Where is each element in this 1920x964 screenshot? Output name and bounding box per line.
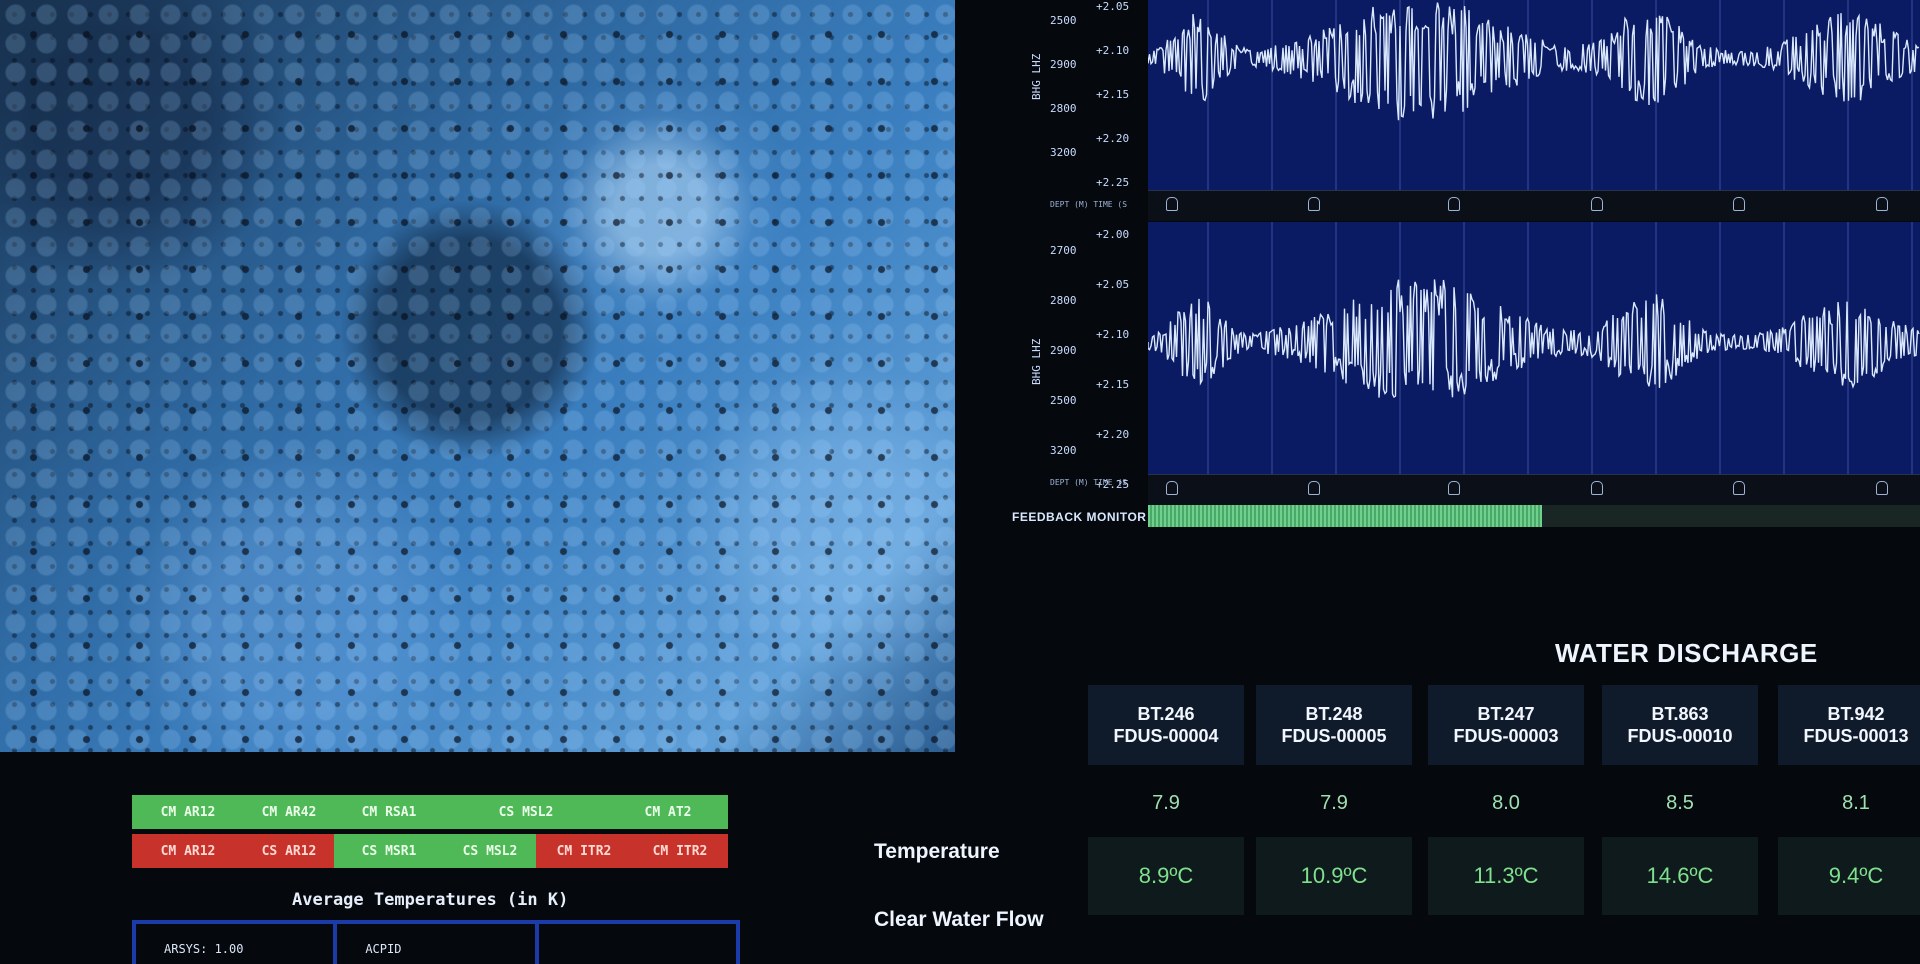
time-marker [1308,197,1320,211]
station-column: BT.248 FDUS-00005 7.9 10.9ºC [1256,685,1412,915]
status-chip: CS AR12 [244,834,334,868]
seismograph-top [1148,0,1920,190]
station-value: 7.9 [1320,791,1348,814]
status-chip: CS MSL2 [444,834,536,868]
time-tick: +2.25 [1096,176,1130,189]
station-header: BT.942 FDUS-00013 [1778,685,1920,765]
station-code: FDUS-00003 [1453,726,1559,746]
station-temperature: 9.4ºC [1778,837,1920,915]
station-code: FDUS-00004 [1113,726,1219,746]
depth-tick: 3200 [1050,146,1077,159]
station-id: BT.246 [1137,704,1195,724]
depth-tick: 2800 [1050,102,1077,115]
station-temperature: 10.9ºC [1256,837,1412,915]
time-tick: +2.15 [1096,378,1130,391]
time-marker [1166,481,1178,495]
station-id: BT.942 [1827,704,1885,724]
temp-cell: ARSYS: 1.00 [136,924,338,964]
station-value: 7.9 [1152,791,1180,814]
row-label-clear-water-flow: Clear Water Flow [874,908,1044,931]
temp-cell: ACPID [337,924,539,964]
status-chip: CS MSR1 [334,834,444,868]
time-marker [1448,197,1460,211]
time-tick: +2.10 [1096,328,1130,341]
time-marker [1733,197,1745,211]
station-value: 8.5 [1666,791,1694,814]
marker-bar-top [1148,190,1920,221]
depth-tick: 2500 [1050,394,1077,407]
time-marker [1733,481,1745,495]
station-code: FDUS-00005 [1281,726,1387,746]
depth-tick: 2900 [1050,58,1077,71]
status-chip: CM AR12 [132,834,244,868]
status-chip: CM RSA1 [334,795,444,829]
time-tick: +2.05 [1096,0,1130,13]
status-row-1: CM AR12 CM AR42 CM RSA1 CS MSL2 CM AT2 [132,795,728,829]
station-id: BT.863 [1651,704,1709,724]
waveform-trace [1148,279,1920,399]
station-column: BT.942 FDUS-00013 8.1 9.4ºC [1778,685,1920,915]
station-temperature: 11.3ºC [1428,837,1584,915]
time-marker [1448,481,1460,495]
station-value: 8.0 [1492,791,1520,814]
station-code: FDUS-00010 [1627,726,1733,746]
depth-tick: 2700 [1050,244,1077,257]
station-value: 8.1 [1842,791,1870,814]
station-header: BT.246 FDUS-00004 [1088,685,1244,765]
station-column: BT.863 FDUS-00010 8.5 14.6ºC [1602,685,1758,915]
channel-label-top: BHG LHZ [1030,53,1043,100]
status-chip: CM AR42 [244,795,334,829]
time-tick: +2.05 [1096,278,1130,291]
channel-label-bottom: BHG LHZ [1030,338,1043,385]
station-header: BT.863 FDUS-00010 [1602,685,1758,765]
time-marker [1308,481,1320,495]
station-temperature: 14.6ºC [1602,837,1758,915]
time-tick: +2.20 [1096,132,1130,145]
time-marker [1876,197,1888,211]
time-tick: +2.00 [1096,228,1130,241]
station-column: BT.246 FDUS-00004 7.9 8.9ºC [1088,685,1244,915]
time-marker [1166,197,1178,211]
depth-tick: 2900 [1050,344,1077,357]
feedback-monitor-label: FEEDBACK MONITOR [1012,510,1147,524]
time-marker [1591,481,1603,495]
station-header: BT.247 FDUS-00003 [1428,685,1584,765]
time-marker [1591,197,1603,211]
station-header: BT.248 FDUS-00005 [1256,685,1412,765]
feedback-monitor-bar [1148,505,1920,527]
depth-tick: 2500 [1050,14,1077,27]
station-code: FDUS-00013 [1803,726,1909,746]
station-column: BT.247 FDUS-00003 8.0 11.3ºC [1428,685,1584,915]
row-label-temperature: Temperature [874,840,1000,863]
temperature-table: ARSYS: 1.00 ACPID [132,920,740,964]
temp-cell [539,924,736,964]
axis-footer-top: DEPT (M) TIME (S [1050,200,1128,209]
feedback-monitor-fill [1148,505,1542,527]
station-id: BT.247 [1477,704,1535,724]
station-temperature: 8.9ºC [1088,837,1244,915]
depth-tick: 3200 [1050,444,1077,457]
average-temperatures-title: Average Temperatures (in K) [292,890,569,910]
station-id: BT.248 [1305,704,1363,724]
time-marker [1876,481,1888,495]
time-tick: +2.15 [1096,88,1130,101]
time-tick: +2.10 [1096,44,1130,57]
seismograph-bottom [1148,222,1920,474]
status-row-2: CM AR12 CS AR12 CS MSR1 CS MSL2 CM ITR2 CM IT… [132,834,728,868]
time-tick: +2.20 [1096,428,1130,441]
microscope-image [0,0,955,752]
status-chip: CM ITR2 [536,834,632,868]
axis-footer-bottom: DEPT (M) TIME (S [1050,478,1128,487]
water-discharge-title: WATER DISCHARGE [1555,638,1818,668]
status-chip: CM ITR2 [632,834,728,868]
marker-bar-bottom [1148,474,1920,505]
depth-tick: 2800 [1050,294,1077,307]
status-chip: CM AT2 [608,795,728,829]
status-chip: CS MSL2 [444,795,608,829]
status-chip: CM AR12 [132,795,244,829]
cell-texture [0,0,955,752]
waveform-trace [1148,2,1920,121]
